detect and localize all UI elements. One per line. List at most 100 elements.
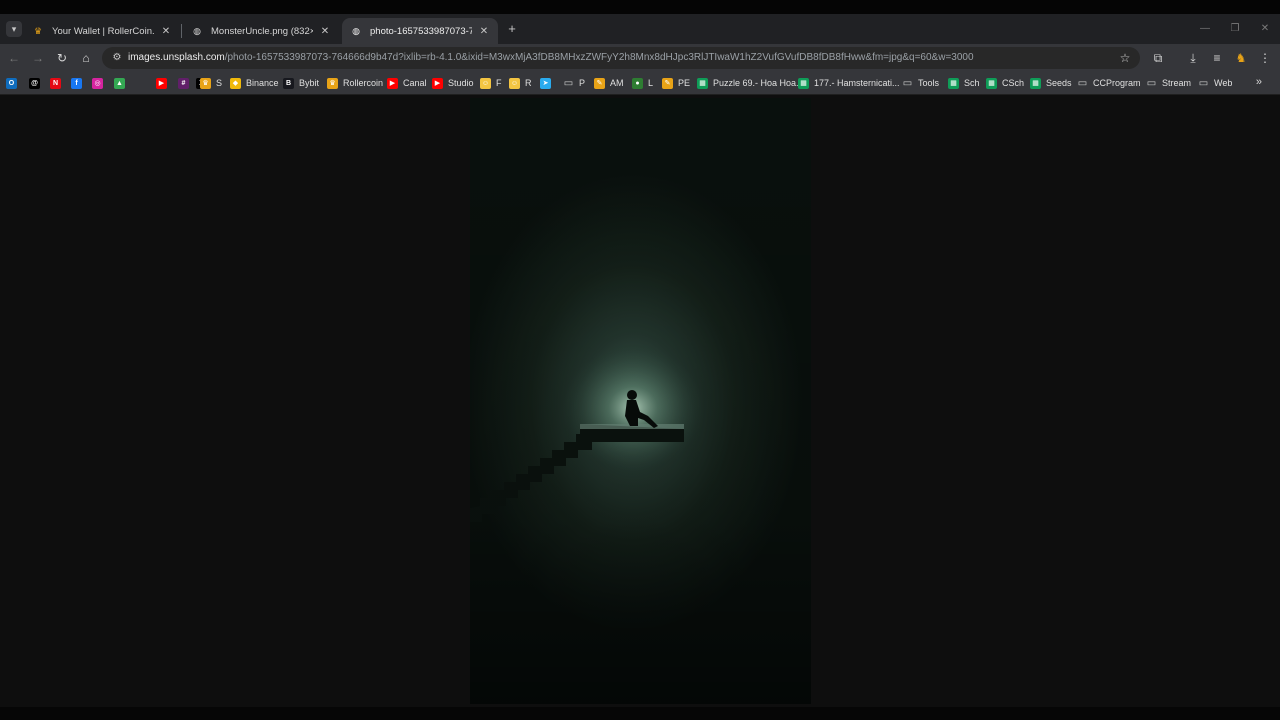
folder-icon: ▭ (1198, 77, 1209, 89)
bookmark-item-slack[interactable]: # (178, 76, 189, 90)
bookmark-item-p[interactable]: ▭ P (563, 76, 585, 90)
tab-rollercoin[interactable]: ♛ Your Wallet | RollerCoin.com | V ✕ (24, 18, 180, 44)
bookmark-label: F (496, 78, 502, 88)
new-tab-button[interactable]: + (505, 22, 519, 36)
more-bookmarks-chevron-icon[interactable]: » (1256, 76, 1262, 88)
bookmark-label: P (579, 78, 586, 88)
restore-icon[interactable]: ❐ (1228, 22, 1242, 36)
bookmark-item-facebook[interactable]: f (71, 76, 82, 90)
bookmark-item-r[interactable]: ☺ R (509, 76, 532, 90)
rollercoin-icon: ♛ (327, 77, 338, 89)
bookmark-item-canal[interactable]: ▶ Canal (387, 76, 427, 90)
sheets-icon: ▦ (986, 77, 997, 89)
bookmark-item-threads[interactable]: @ (29, 76, 40, 90)
sheets-icon: ▦ (798, 77, 809, 89)
youtube-icon: ▶ (387, 77, 398, 89)
reload-icon[interactable]: ↻ (54, 50, 70, 66)
bybit-icon: B (283, 77, 294, 89)
tab-unsplash-photo[interactable]: ◍ photo-1657533987073-764666 ✕ (342, 18, 498, 44)
close-tab-icon[interactable]: ✕ (478, 26, 490, 37)
slack-icon: # (178, 77, 189, 89)
bookmark-item-rollercoin[interactable]: ♛ Rollercoin (327, 76, 383, 90)
bookmark-item-drive[interactable]: ▲ (114, 76, 125, 90)
netflix-icon: N (50, 77, 61, 89)
bookmark-item-web[interactable]: ▭ Web (1198, 76, 1233, 90)
bookmark-item-seeds[interactable]: ▦ Seeds (1030, 76, 1072, 90)
bookmark-label: Stream (1162, 78, 1192, 88)
bookmark-item-puzzle-69-hoa-hoa[interactable]: ▦ Puzzle 69.- Hoa Hoa... (697, 76, 804, 90)
bookmark-item-177-hamsternicati[interactable]: ▦ 177.- Hamsternicati... (798, 76, 900, 90)
bookmark-item-bybit[interactable]: B Bybit (283, 76, 319, 90)
tab-monsteruncle[interactable]: ◍ MonsterUncle.png (832×1248) ✕ (183, 18, 339, 44)
browser-toolbar: ← → ↻ ⌂ ⚙ images.unsplash.com/photo-1657… (0, 44, 1280, 72)
site-info-icon[interactable]: ⚙ (110, 51, 124, 65)
telegram-icon: ➤ (540, 77, 551, 89)
tab-search-button[interactable]: ▾ (6, 21, 22, 37)
bookmark-item-pe[interactable]: ✎ PE (662, 76, 690, 90)
profile-avatar[interactable]: ♞ (1233, 50, 1249, 66)
bookmark-item-netflix[interactable]: N (50, 76, 61, 90)
sheets-icon: ▦ (1030, 77, 1041, 89)
bookmark-label: Bybit (299, 78, 320, 88)
tab-strip: ▾ ♛ Your Wallet | RollerCoin.com | V ✕ ◍… (0, 0, 1280, 44)
home-icon[interactable]: ⌂ (78, 50, 94, 66)
url-host: images.unsplash.com (128, 52, 225, 63)
address-bar[interactable]: ⚙ images.unsplash.com/photo-165753398707… (102, 47, 1140, 69)
tab-separator (181, 24, 182, 38)
youtube-icon: ▶ (156, 77, 167, 89)
bookmark-label: 177.- Hamsternicati... (814, 78, 900, 88)
bookmark-item-tools[interactable]: ▭ Tools (902, 76, 939, 90)
folder-icon: ▭ (902, 77, 913, 89)
bookmarks-bar: O@Nf◎▲▶#X♛S◆BinanceBBybit♛Rollercoin▶Can… (0, 72, 1280, 94)
binance-icon: ◆ (230, 77, 241, 89)
media-control-icon[interactable]: ≡ (1209, 50, 1225, 66)
close-tab-icon[interactable]: ✕ (319, 26, 331, 37)
forward-arrow-icon[interactable]: → (30, 50, 46, 66)
close-window-icon[interactable]: ✕ (1258, 22, 1272, 36)
bookmark-label: Web (1214, 78, 1233, 88)
bookmark-item-f[interactable]: ☺ F (480, 76, 502, 90)
sheets-icon: ▦ (948, 77, 959, 89)
bookmark-item-sch[interactable]: ▦ Sch (948, 76, 980, 90)
page-viewport (0, 95, 1280, 720)
bookmark-star-icon[interactable]: ☆ (1118, 51, 1132, 65)
downloads-icon[interactable]: ⤓ (1185, 50, 1201, 66)
bookmark-item-s[interactable]: ♛ S (200, 76, 222, 90)
menu-kebab-icon[interactable]: ⋮ (1257, 50, 1273, 66)
drive-icon: ▲ (114, 77, 125, 89)
bookmark-item-outlook[interactable]: O (6, 76, 17, 90)
photo-image[interactable] (470, 98, 811, 704)
globe-icon: ◍ (352, 25, 360, 36)
close-tab-icon[interactable]: ✕ (160, 26, 172, 37)
bookmark-item-instagram[interactable]: ◎ (92, 76, 103, 90)
url-text[interactable]: images.unsplash.com/photo-1657533987073-… (128, 51, 974, 65)
bookmark-label: Puzzle 69.- Hoa Hoa... (713, 78, 804, 88)
bookmark-item-csch[interactable]: ▦ CSch (986, 76, 1024, 90)
bookmark-item-stream[interactable]: ▭ Stream (1146, 76, 1191, 90)
bookmark-item-l[interactable]: ● L (632, 76, 653, 90)
bookmark-label: L (648, 78, 654, 88)
extensions-icon[interactable]: ⧉ (1150, 50, 1166, 66)
bookmark-label: CSch (1002, 78, 1025, 88)
sheets-icon: ▦ (697, 77, 708, 89)
globe-icon: ◍ (193, 25, 201, 36)
bookmark-label: Rollercoin (343, 78, 384, 88)
bookmark-item-studio[interactable]: ▶ Studio (432, 76, 474, 90)
back-arrow-icon[interactable]: ← (6, 50, 22, 66)
folder-icon: ▭ (1077, 77, 1088, 89)
bookmark-label: Studio (448, 78, 474, 88)
bookmark-label: Canal (403, 78, 427, 88)
folder-icon: ▭ (1146, 77, 1157, 89)
minimize-icon[interactable]: — (1198, 22, 1212, 36)
threads-icon: @ (29, 77, 40, 89)
bookmark-item-am[interactable]: ✎ AM (594, 76, 624, 90)
bookmark-label: Sch (964, 78, 980, 88)
bookmark-item-youtube[interactable]: ▶ (156, 76, 167, 90)
url-path: /photo-1657533987073-764666d9b47d?ixlib=… (224, 52, 974, 63)
bookmark-item-telegram[interactable]: ➤ (540, 76, 551, 90)
bookmark-item-binance[interactable]: ◆ Binance (230, 76, 279, 90)
outlook-icon: O (6, 77, 17, 89)
youtube-icon: ▶ (432, 77, 443, 89)
bookmark-label: Tools (918, 78, 940, 88)
bookmark-item-ccprogram[interactable]: ▭ CCProgram (1077, 76, 1141, 90)
